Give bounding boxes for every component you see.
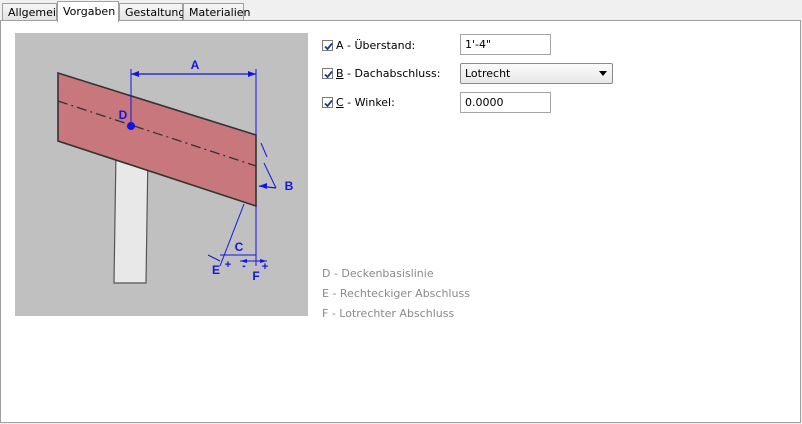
legend-item-f: F - Lotrechter Abschluss (322, 307, 455, 320)
dim-b-arrow (259, 183, 267, 189)
roof-end-dropdown[interactable]: Lotrecht (460, 63, 613, 84)
angle-input[interactable]: 0.0000 (460, 92, 551, 113)
overhang-input[interactable]: 1'-4" (460, 34, 551, 55)
option-b-text: - Dachabschluss: (343, 66, 441, 80)
option-c-row: C - Winkel: (322, 91, 395, 113)
dim-e-perpendicular (219, 203, 245, 267)
option-c-checkbox[interactable] (322, 96, 333, 108)
dim-f-plus-sign: + (262, 261, 268, 273)
wall-post (113, 150, 149, 284)
option-c-letter: C (336, 95, 344, 109)
dim-c-label: C (235, 240, 244, 254)
dim-a-label: A (191, 58, 200, 72)
checkmark-icon (324, 99, 333, 107)
settings-panel: A D B C + - + E F A - Überstand: 1'-4" B… (0, 20, 801, 423)
option-a-label: A - Überstand: (336, 39, 415, 52)
option-b-row: B - Dachabschluss: (322, 62, 440, 84)
dim-a-arrow-left (131, 71, 139, 77)
tab-materialien[interactable]: Materialien (183, 3, 250, 20)
option-a-checkbox[interactable] (322, 39, 333, 51)
legend-item-d: D - Deckenbasislinie (322, 267, 434, 280)
roof-slab (57, 71, 257, 208)
option-c-text: - Winkel: (343, 95, 395, 109)
dim-b-label: B (285, 179, 294, 193)
dim-e-tick (207, 254, 221, 262)
dim-b-tick (260, 142, 268, 158)
dim-d-point (127, 122, 135, 130)
dim-f-label: F (252, 269, 259, 283)
roof-overhang-diagram: A D B C + - + E F (15, 33, 308, 316)
dim-e-label: E (212, 263, 220, 277)
checkmark-icon (324, 42, 333, 50)
checkmark-icon (324, 70, 333, 78)
diagram-svg: A D B C + - + E F (57, 58, 294, 284)
tab-allgemein[interactable]: Allgemein (2, 3, 63, 20)
option-b-letter: B (336, 66, 344, 80)
option-a-row: A - Überstand: (322, 34, 415, 56)
chevron-down-icon (599, 71, 607, 76)
tab-vorgaben[interactable]: Vorgaben (57, 1, 119, 22)
dim-d-label: D (119, 108, 128, 122)
tab-gestaltung[interactable]: Gestaltung (119, 3, 185, 20)
legend-item-e: E - Rechteckiger Abschluss (322, 287, 470, 300)
dim-a-arrow-right (248, 71, 256, 77)
option-b-label: B - Dachabschluss: (336, 67, 440, 80)
dim-f-minus-sign: - (242, 260, 246, 272)
roof-end-value: Lotrecht (465, 67, 511, 80)
option-a-letter: A (336, 38, 344, 52)
dim-e-plus-sign: + (225, 259, 231, 271)
option-c-label: C - Winkel: (336, 96, 395, 109)
option-a-text: - Überstand: (343, 38, 416, 52)
option-b-checkbox[interactable] (322, 67, 333, 79)
